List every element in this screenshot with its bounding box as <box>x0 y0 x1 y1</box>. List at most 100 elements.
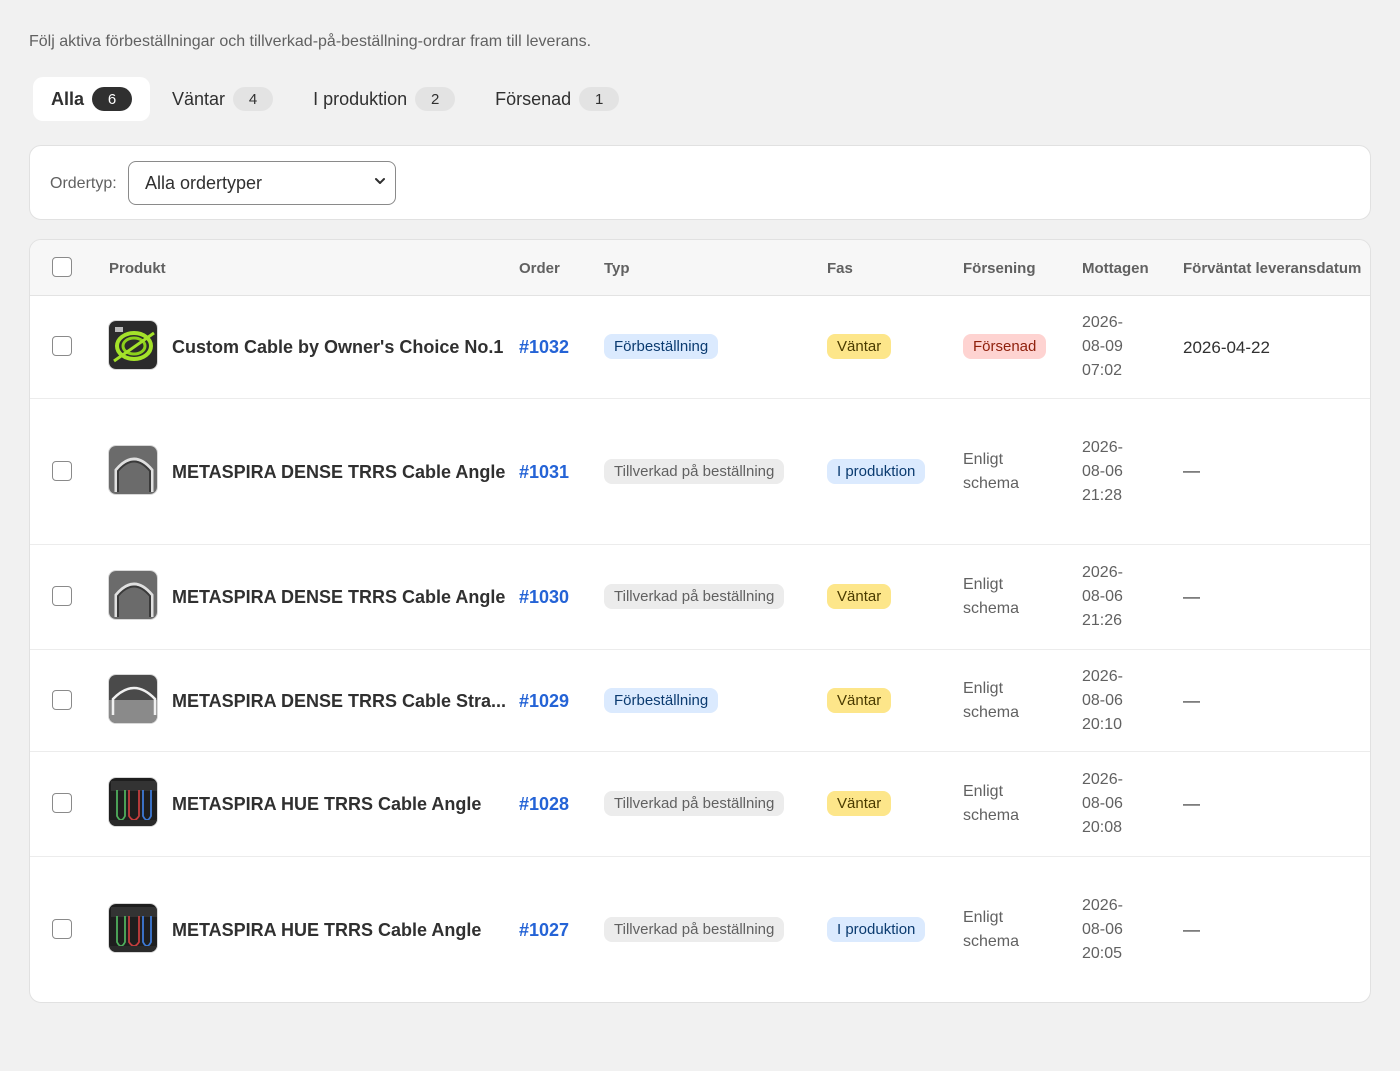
tab-in-production[interactable]: I produktion 2 <box>295 77 473 121</box>
table-row[interactable]: METASPIRA HUE TRRS Cable Angle #1028 Til… <box>30 752 1370 857</box>
table-row[interactable]: METASPIRA DENSE TRRS Cable Angle #1031 T… <box>30 399 1370 545</box>
delay-status-line: Enligt <box>963 909 1004 926</box>
row-checkbox[interactable] <box>52 586 72 606</box>
select-all-checkbox[interactable] <box>52 257 72 277</box>
tab-label: I produktion <box>313 88 408 109</box>
phase-badge: I produktion <box>827 459 926 484</box>
colored-cables-icon <box>109 904 157 952</box>
product-thumbnail <box>108 320 158 370</box>
order-link[interactable]: #1032 <box>519 337 569 358</box>
order-type-select[interactable]: Alla ordertyper <box>128 161 396 205</box>
dark-arched-cable-icon <box>109 675 157 723</box>
column-header-delay[interactable]: Försening <box>963 260 1036 277</box>
expected-date: — <box>1183 920 1200 939</box>
product-name[interactable]: METASPIRA HUE TRRS Cable Angle <box>172 794 481 815</box>
received-date-part: 2026- <box>1082 897 1123 914</box>
delay-status: Enligt schema <box>963 906 1043 954</box>
column-header-received[interactable]: Mottagen <box>1082 260 1149 277</box>
delay-status-line: schema <box>963 933 1020 950</box>
received-date-part: 08-09 <box>1082 338 1123 355</box>
delay-status-line: schema <box>963 600 1020 617</box>
tab-label: Alla <box>51 88 85 109</box>
chevron-down-icon <box>375 178 385 184</box>
received-time: 20:10 <box>1082 716 1123 733</box>
row-checkbox[interactable] <box>52 336 72 356</box>
table-row[interactable]: METASPIRA HUE TRRS Cable Angle #1027 Til… <box>30 857 1370 1002</box>
phase-badge: Väntar <box>827 334 892 359</box>
product-name[interactable]: METASPIRA DENSE TRRS Cable Angle <box>172 462 505 483</box>
colored-cables-icon <box>109 778 157 826</box>
type-badge: Tillverkad på beställning <box>604 584 785 609</box>
received-date-part: 08-06 <box>1082 692 1123 709</box>
received-time: 20:05 <box>1082 945 1123 962</box>
grey-arched-cable-icon <box>109 446 157 494</box>
order-link[interactable]: #1031 <box>519 462 569 483</box>
product-name[interactable]: METASPIRA DENSE TRRS Cable Angle <box>172 587 505 608</box>
status-tabs: Alla 6 Väntar 4 I produktion 2 Försenad … <box>33 77 641 121</box>
product-name[interactable]: METASPIRA HUE TRRS Cable Angle <box>172 920 481 941</box>
received-time: 21:28 <box>1082 487 1123 504</box>
received-date-part: 08-06 <box>1082 795 1123 812</box>
column-header-expected[interactable]: Förväntat leveransdatum <box>1183 260 1361 277</box>
received-date: 2026- 08-09 07:02 <box>1082 311 1162 383</box>
expected-date: — <box>1183 461 1200 480</box>
received-date: 2026- 08-06 20:08 <box>1082 768 1162 840</box>
phase-badge: I produktion <box>827 917 926 942</box>
delay-status-line: schema <box>963 807 1020 824</box>
column-header-order[interactable]: Order <box>519 260 560 277</box>
type-badge: Förbeställning <box>604 334 719 359</box>
green-coiled-cable-icon <box>109 321 157 369</box>
product-name[interactable]: METASPIRA DENSE TRRS Cable Stra... <box>172 691 506 712</box>
received-date-part: 2026- <box>1082 771 1123 788</box>
received-date-part: 2026- <box>1082 439 1123 456</box>
tab-waiting[interactable]: Väntar 4 <box>154 77 291 121</box>
row-checkbox[interactable] <box>52 919 72 939</box>
expected-date: — <box>1183 587 1200 606</box>
delay-status: Enligt schema <box>963 573 1043 621</box>
delay-status: Enligt schema <box>963 780 1043 828</box>
table-row[interactable]: Custom Cable by Owner's Choice No.1 #103… <box>30 296 1370 399</box>
order-link[interactable]: #1029 <box>519 691 569 712</box>
grey-arched-cable-icon <box>109 571 157 619</box>
table-row[interactable]: METASPIRA DENSE TRRS Cable Stra... #1029… <box>30 650 1370 752</box>
received-date: 2026- 08-06 20:10 <box>1082 665 1162 737</box>
delay-status-line: schema <box>963 475 1020 492</box>
page-subtitle: Följ aktiva förbeställningar och tillver… <box>29 33 592 50</box>
column-header-product[interactable]: Produkt <box>109 260 166 277</box>
tab-label: Väntar <box>172 88 226 109</box>
received-time: 21:26 <box>1082 612 1123 629</box>
orders-table: Produkt Order Typ Fas Försening Mottagen… <box>29 239 1371 1003</box>
received-date: 2026- 08-06 21:26 <box>1082 561 1162 633</box>
received-date-part: 08-06 <box>1082 921 1123 938</box>
product-thumbnail <box>108 445 158 495</box>
order-link[interactable]: #1030 <box>519 587 569 608</box>
received-time: 20:08 <box>1082 819 1123 836</box>
received-date: 2026- 08-06 20:05 <box>1082 894 1162 966</box>
product-name[interactable]: Custom Cable by Owner's Choice No.1 <box>172 337 503 358</box>
expected-date: — <box>1183 794 1200 813</box>
order-link[interactable]: #1028 <box>519 794 569 815</box>
product-thumbnail <box>108 777 158 827</box>
product-thumbnail <box>108 903 158 953</box>
row-checkbox[interactable] <box>52 793 72 813</box>
filter-card: Ordertyp: Alla ordertyper <box>29 145 1371 220</box>
tab-count-badge: 4 <box>233 87 274 111</box>
received-time: 07:02 <box>1082 362 1123 379</box>
type-badge: Förbeställning <box>604 688 719 713</box>
order-link[interactable]: #1027 <box>519 920 569 941</box>
row-checkbox[interactable] <box>52 690 72 710</box>
row-checkbox[interactable] <box>52 461 72 481</box>
phase-badge: Väntar <box>827 584 892 609</box>
received-date-part: 2026- <box>1082 564 1123 581</box>
tab-all[interactable]: Alla 6 <box>33 77 151 121</box>
delay-status: Enligt schema <box>963 448 1043 496</box>
phase-badge: Väntar <box>827 688 892 713</box>
column-header-phase[interactable]: Fas <box>827 260 853 277</box>
tab-delayed[interactable]: Försenad 1 <box>477 77 637 121</box>
received-date-part: 2026- <box>1082 314 1123 331</box>
tab-count-badge: 1 <box>579 87 620 111</box>
delay-status-line: schema <box>963 704 1020 721</box>
column-header-type[interactable]: Typ <box>604 260 630 277</box>
table-row[interactable]: METASPIRA DENSE TRRS Cable Angle #1030 T… <box>30 545 1370 650</box>
received-date: 2026- 08-06 21:28 <box>1082 436 1162 508</box>
